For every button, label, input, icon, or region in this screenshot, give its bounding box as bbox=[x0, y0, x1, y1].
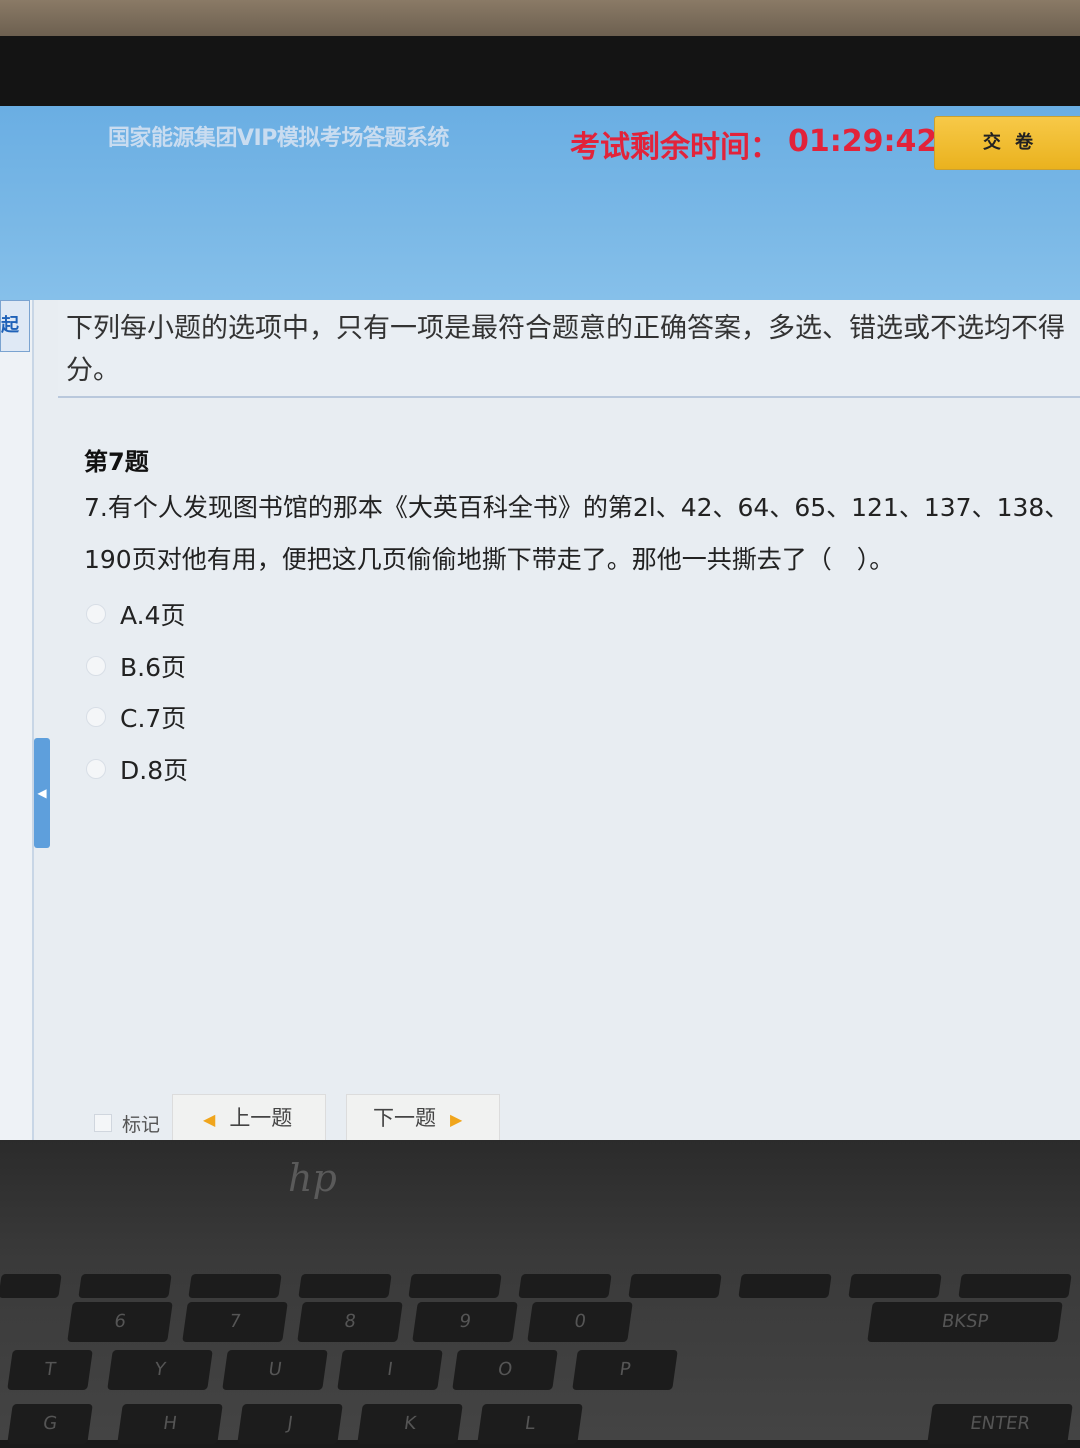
key-8: 8 bbox=[297, 1302, 403, 1342]
option-label: B.6页 bbox=[120, 653, 187, 682]
option-label: C.7页 bbox=[120, 704, 187, 733]
key-p: P bbox=[572, 1350, 678, 1390]
key-y: Y bbox=[107, 1350, 213, 1390]
question-instruction: 下列每小题的选项中，只有一项是最符合题意的正确答案，多选、错选或不选均不得分。 bbox=[58, 300, 1080, 398]
key bbox=[78, 1274, 172, 1298]
laptop-keyboard: hp 6 7 8 9 0 BKSP T Y U I O P G H J K L … bbox=[0, 1140, 1080, 1444]
option-label: A.4页 bbox=[120, 601, 186, 630]
hp-logo: hp bbox=[288, 1156, 337, 1200]
prev-label: 上一题 bbox=[229, 1106, 293, 1130]
key bbox=[408, 1274, 502, 1298]
option-c[interactable]: C.7页 bbox=[86, 697, 186, 737]
radio-button[interactable] bbox=[86, 656, 106, 676]
letter-key-row-top: T Y U I O P bbox=[0, 1350, 1080, 1394]
system-title: 国家能源集团VIP模拟考场答题系统 bbox=[108, 126, 449, 151]
laptop-bezel bbox=[0, 36, 1080, 106]
radio-button[interactable] bbox=[86, 604, 106, 624]
submit-exam-button[interactable]: 交 卷 bbox=[934, 116, 1080, 170]
exam-header: 国家能源集团VIP模拟考场答题系统 考试剩余时间： 01:29:42 交 卷 bbox=[0, 106, 1080, 300]
desk-background bbox=[0, 0, 1080, 36]
key-9: 9 bbox=[412, 1302, 518, 1342]
key bbox=[628, 1274, 722, 1298]
key-k: K bbox=[357, 1404, 463, 1444]
key bbox=[958, 1274, 1072, 1298]
question-text: 7.有个人发现图书馆的那本《大英百科全书》的第2l、42、64、65、121、1… bbox=[84, 493, 1070, 574]
arrow-left-icon: ◀ bbox=[203, 1110, 216, 1129]
panel-collapse-handle[interactable]: ◀ bbox=[34, 738, 50, 848]
number-key-row: 6 7 8 9 0 BKSP bbox=[0, 1302, 1080, 1346]
key-u: U bbox=[222, 1350, 328, 1390]
option-b[interactable]: B.6页 bbox=[86, 646, 186, 686]
question-number: 第7题 bbox=[84, 448, 149, 476]
key bbox=[738, 1274, 832, 1298]
radio-button[interactable] bbox=[86, 759, 106, 779]
timer-label: 考试剩余时间： bbox=[570, 130, 780, 165]
arrow-right-icon: ▶ bbox=[450, 1110, 463, 1129]
instruction-text: 下列每小题的选项中，只有一项是最符合题意的正确答案，多选、错选或不选均不得分。 bbox=[66, 313, 1065, 386]
chevron-left-icon: ◀ bbox=[37, 786, 47, 800]
mark-label: 标记 bbox=[122, 1114, 161, 1136]
key bbox=[188, 1274, 282, 1298]
key-backspace: BKSP bbox=[867, 1302, 1063, 1342]
key-t: T bbox=[7, 1350, 93, 1390]
letter-key-row-middle: G H J K L ENTER bbox=[0, 1404, 1080, 1448]
option-label: D.8页 bbox=[120, 756, 189, 785]
timer-value: 01:29:42 bbox=[788, 124, 938, 159]
key bbox=[0, 1274, 62, 1298]
option-d[interactable]: D.8页 bbox=[86, 749, 188, 789]
side-panel-tab[interactable]: 起 bbox=[0, 300, 30, 352]
key-6: 6 bbox=[67, 1302, 173, 1342]
key bbox=[518, 1274, 612, 1298]
key-j: J bbox=[237, 1404, 343, 1444]
question-footer: 标记 ◀ 上一题 下一题 ▶ bbox=[58, 1094, 1080, 1140]
key-0: 0 bbox=[527, 1302, 633, 1342]
next-question-button[interactable]: 下一题 ▶ bbox=[346, 1094, 500, 1140]
option-a[interactable]: A.4页 bbox=[86, 594, 186, 634]
key bbox=[848, 1274, 942, 1298]
key-g: G bbox=[7, 1404, 93, 1444]
key-l: L bbox=[477, 1404, 583, 1444]
mark-checkbox[interactable] bbox=[94, 1114, 112, 1132]
next-label: 下一题 bbox=[373, 1106, 436, 1130]
key-h: H bbox=[117, 1404, 223, 1444]
exam-screen: 国家能源集团VIP模拟考场答题系统 考试剩余时间： 01:29:42 交 卷 起… bbox=[0, 106, 1080, 1140]
key-7: 7 bbox=[182, 1302, 288, 1342]
key-o: O bbox=[452, 1350, 558, 1390]
question-area: 第7题 7.有个人发现图书馆的那本《大英百科全书》的第2l、42、64、65、1… bbox=[58, 398, 1080, 1140]
prev-question-button[interactable]: ◀ 上一题 bbox=[172, 1094, 326, 1140]
key bbox=[298, 1274, 392, 1298]
key-i: I bbox=[337, 1350, 443, 1390]
question-nav-panel: 起 bbox=[0, 300, 34, 1140]
radio-button[interactable] bbox=[86, 707, 106, 727]
key-enter: ENTER bbox=[927, 1404, 1073, 1444]
